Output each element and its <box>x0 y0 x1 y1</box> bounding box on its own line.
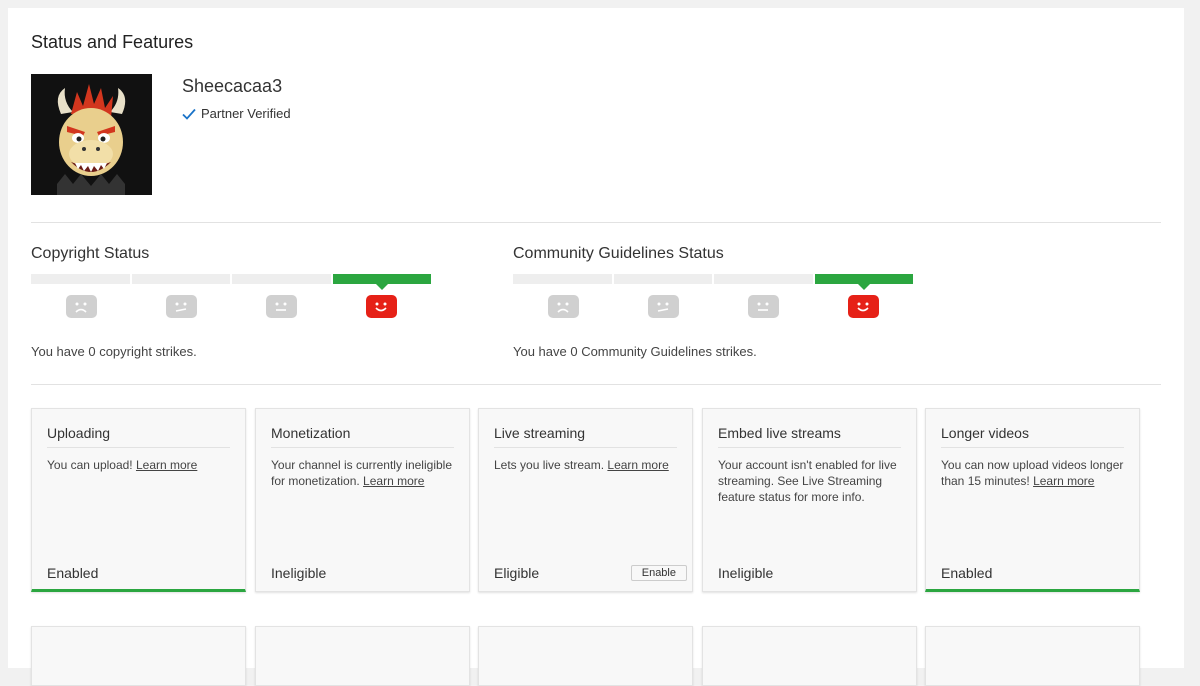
card-divider <box>941 447 1124 448</box>
copyright-faces <box>31 295 431 319</box>
feature-title: Uploading <box>47 425 111 441</box>
feature-card-row2 <box>478 626 693 686</box>
feature-title: Longer videos <box>941 425 1029 441</box>
sad-face-icon <box>547 295 579 318</box>
feature-description-text: You can upload! <box>47 458 136 472</box>
feature-description-text: Your channel is currently ineligible for… <box>271 458 452 488</box>
strike-segment <box>131 274 230 284</box>
feature-status: Ineligible <box>718 565 774 581</box>
copyright-status-title: Copyright Status <box>31 245 150 262</box>
enable-live-streaming-button[interactable]: Enable <box>630 565 687 581</box>
feature-description: You can now upload videos longer than 15… <box>941 457 1127 489</box>
feature-title: Monetization <box>271 425 351 441</box>
feature-description-text: Your account isn't enabled for live stre… <box>718 458 897 504</box>
feature-card-embed-live-streams: Embed live streams Your account isn't en… <box>702 408 917 592</box>
community-faces <box>513 295 913 319</box>
happy-face-icon <box>365 295 397 318</box>
strike-segment-current <box>814 274 913 290</box>
unsure-face-icon <box>165 295 197 318</box>
feature-description: Your account isn't enabled for live stre… <box>718 457 904 505</box>
strike-segment <box>714 274 813 284</box>
strike-segment <box>613 274 712 284</box>
sad-face-icon <box>65 295 97 318</box>
feature-status: Enabled <box>47 565 99 581</box>
community-strike-message: You have 0 Community Guidelines strikes. <box>513 344 757 359</box>
feature-status: Eligible <box>494 565 540 581</box>
partner-verified-badge: Partner Verified <box>182 106 291 121</box>
feature-card-monetization: Monetization Your channel is currently i… <box>255 408 470 592</box>
strike-segment-current <box>332 274 431 290</box>
feature-status: Ineligible <box>271 565 327 581</box>
community-status-title: Community Guidelines Status <box>513 245 724 262</box>
learn-more-link[interactable]: Learn more <box>363 474 424 488</box>
learn-more-link[interactable]: Learn more <box>136 458 197 472</box>
strike-segment <box>513 274 612 284</box>
channel-avatar <box>31 74 152 195</box>
strike-segment <box>232 274 331 284</box>
card-divider <box>271 447 454 448</box>
checkmark-icon <box>182 108 196 120</box>
feature-card-row2 <box>31 626 246 686</box>
feature-card-longer-videos: Longer videos You can now upload videos … <box>925 408 1140 592</box>
channel-name: Sheecacaa3 <box>182 76 283 96</box>
unsure-face-icon <box>647 295 679 318</box>
status-features-panel: Status and Features Sheecacaa3 Partner V… <box>8 8 1184 686</box>
page-title: Status and Features <box>31 32 194 52</box>
feature-title: Live streaming <box>494 425 586 441</box>
feature-card-row2 <box>255 626 470 686</box>
learn-more-link[interactable]: Learn more <box>1033 474 1094 488</box>
card-divider <box>718 447 901 448</box>
feature-card-row2 <box>702 626 917 686</box>
feature-description: Lets you live stream. Learn more <box>494 457 680 473</box>
feature-card-live-streaming: Live streaming Lets you live stream. Lea… <box>478 408 693 592</box>
feature-card-row2 <box>925 626 1140 686</box>
card-divider <box>494 447 677 448</box>
feature-title: Embed live streams <box>718 425 841 441</box>
copyright-strike-message: You have 0 copyright strikes. <box>31 344 197 359</box>
strike-segment <box>31 274 130 284</box>
feature-description: You can upload! Learn more <box>47 457 233 473</box>
partner-verified-label: Partner Verified <box>201 106 291 121</box>
community-strike-bar <box>513 274 913 290</box>
avatar-image <box>31 74 152 195</box>
feature-description-text: Lets you live stream. <box>494 458 608 472</box>
divider-middle <box>31 384 1161 385</box>
feature-description: Your channel is currently ineligible for… <box>271 457 457 489</box>
divider-top <box>31 222 1161 223</box>
neutral-face-icon <box>265 295 297 318</box>
feature-status: Enabled <box>941 565 993 581</box>
learn-more-link[interactable]: Learn more <box>607 458 668 472</box>
card-divider <box>47 447 230 448</box>
copyright-strike-bar <box>31 274 431 290</box>
neutral-face-icon <box>747 295 779 318</box>
happy-face-icon <box>847 295 879 318</box>
feature-card-uploading: Uploading You can upload! Learn more Ena… <box>31 408 246 592</box>
